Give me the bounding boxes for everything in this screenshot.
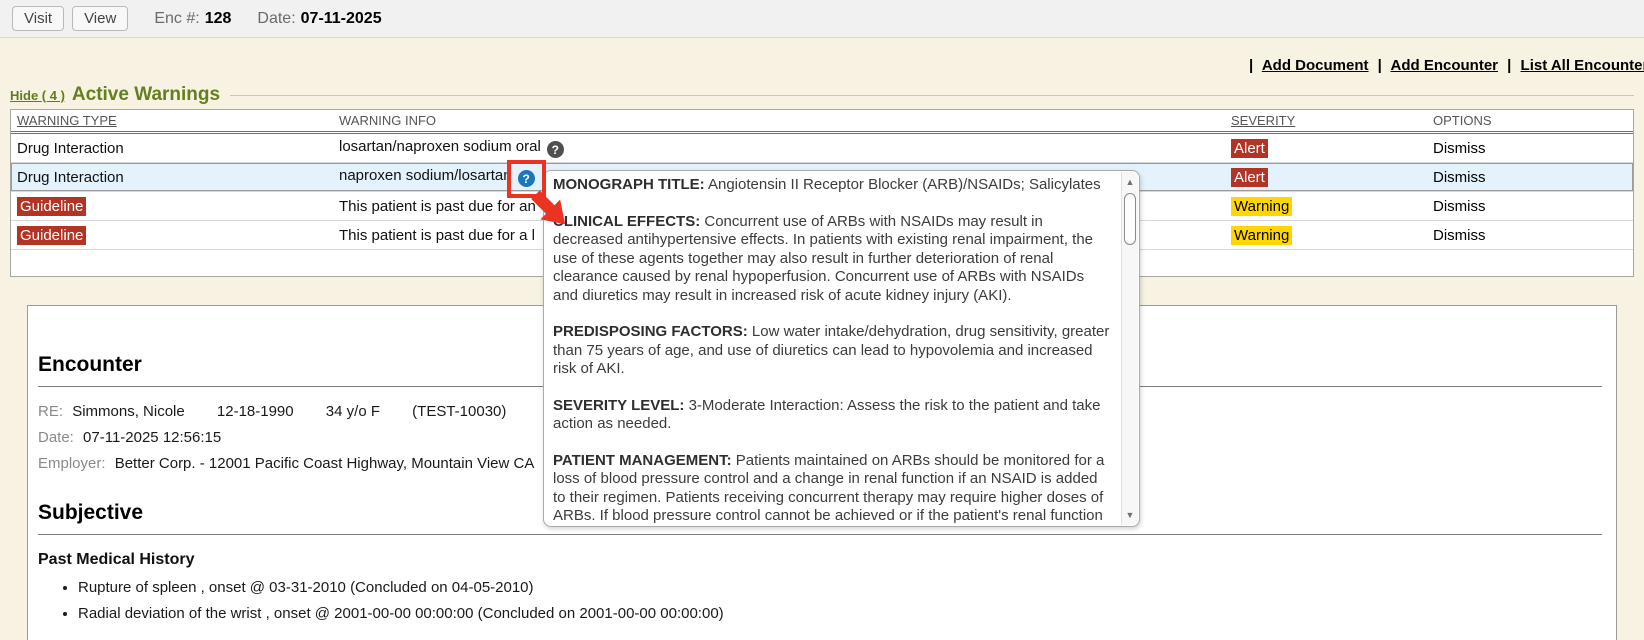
- warning-type-badge-guideline: Guideline: [17, 197, 86, 216]
- column-options: OPTIONS: [1433, 113, 1633, 128]
- predisposing-factors-label: PREDISPOSING FACTORS:: [553, 323, 748, 340]
- monograph-title-label: MONOGRAPH TITLE:: [553, 176, 705, 193]
- view-button[interactable]: View: [72, 6, 128, 31]
- past-medical-history-list: Rupture of spleen , onset @ 03-31-2010 (…: [78, 579, 1602, 622]
- scroll-up-icon[interactable]: ▲: [1122, 174, 1138, 190]
- patient-dob: 12-18-1990: [217, 403, 294, 420]
- nav-separator: |: [1507, 57, 1511, 74]
- encounter-number-field: Enc #: 128: [154, 10, 231, 28]
- warning-type: Drug Interaction: [17, 140, 339, 157]
- patient-management-label: PATIENT MANAGEMENT:: [553, 452, 732, 469]
- encounter-number-value: 128: [205, 10, 232, 27]
- warning-type: Drug Interaction: [17, 169, 339, 186]
- encounter-datetime: 07-11-2025 12:56:15: [83, 429, 221, 446]
- visit-button[interactable]: Visit: [12, 6, 64, 31]
- severity-badge-warning: Warning: [1231, 197, 1292, 216]
- warning-info-text: losartan/naproxen sodium oral: [339, 138, 541, 155]
- column-severity[interactable]: SEVERITY: [1231, 113, 1433, 128]
- pmh-item: Rupture of spleen , onset @ 03-31-2010 (…: [78, 579, 1602, 596]
- drug-monograph-tooltip: MONOGRAPH TITLE: Angiotensin II Receptor…: [543, 170, 1140, 527]
- past-medical-history-title: Past Medical History: [38, 551, 1602, 569]
- list-all-encounters-link[interactable]: List All Encounters: [1521, 57, 1644, 74]
- encounter-date-field: Date: 07-11-2025: [257, 10, 381, 28]
- monograph-help-icon-active[interactable]: ?: [518, 170, 535, 187]
- re-label: RE:: [38, 403, 63, 420]
- warning-type-badge-guideline: Guideline: [17, 226, 86, 245]
- warnings-table-header: WARNING TYPE WARNING INFO SEVERITY OPTIO…: [11, 110, 1633, 134]
- dismiss-link[interactable]: Dismiss: [1433, 227, 1633, 244]
- scroll-down-icon[interactable]: ▼: [1122, 507, 1138, 523]
- active-warnings-header: Hide ( 4 ) Active Warnings: [10, 84, 1634, 106]
- patient-age-sex: 34 y/o F: [326, 403, 380, 420]
- employer-value: Better Corp. - 12001 Pacific Coast Highw…: [115, 455, 535, 472]
- encounter-nav-links: | Add Document | Add Encounter | List Al…: [1244, 57, 1644, 74]
- scrollbar-thumb[interactable]: [1124, 193, 1136, 245]
- employer-label: Employer:: [38, 455, 106, 472]
- add-encounter-link[interactable]: Add Encounter: [1391, 57, 1499, 74]
- warning-row-drug-interaction-1: Drug Interaction losartan/naproxen sodiu…: [11, 134, 1633, 163]
- section-rule: [230, 95, 1634, 96]
- encounter-date-value: 07-11-2025: [301, 10, 382, 27]
- nav-separator: |: [1378, 57, 1382, 74]
- nav-separator: |: [1249, 57, 1253, 74]
- patient-id: (TEST-10030): [412, 403, 506, 420]
- section-divider: [38, 534, 1602, 535]
- encounter-number-label: Enc #:: [154, 10, 199, 27]
- pmh-item: Radial deviation of the wrist , onset @ …: [78, 605, 1602, 622]
- dismiss-link[interactable]: Dismiss: [1433, 198, 1633, 215]
- column-warning-type[interactable]: WARNING TYPE: [17, 113, 339, 128]
- add-document-link[interactable]: Add Document: [1262, 57, 1369, 74]
- patient-name: Simmons, Nicole: [72, 403, 185, 420]
- severity-level-label: SEVERITY LEVEL:: [553, 397, 684, 414]
- clinical-effects-label: CLINICAL EFFECTS:: [553, 213, 700, 230]
- active-warnings-title: Active Warnings: [72, 84, 220, 106]
- encounter-date-label: Date:: [257, 10, 295, 27]
- monograph-text: MONOGRAPH TITLE: Angiotensin II Receptor…: [544, 171, 1139, 526]
- hide-warnings-link[interactable]: Hide ( 4 ): [10, 88, 65, 103]
- severity-badge-alert: Alert: [1231, 139, 1268, 158]
- dismiss-link[interactable]: Dismiss: [1433, 140, 1633, 157]
- tooltip-scrollbar[interactable]: ▲ ▼: [1121, 172, 1138, 525]
- monograph-title-text: Angiotensin II Receptor Blocker (ARB)/NS…: [705, 176, 1101, 193]
- dismiss-link[interactable]: Dismiss: [1433, 169, 1633, 186]
- severity-badge-warning: Warning: [1231, 226, 1292, 245]
- date-label: Date:: [38, 429, 74, 446]
- warning-info-text: naproxen sodium/losartan: [339, 167, 512, 184]
- top-toolbar: Visit View Enc #: 128 Date: 07-11-2025: [0, 0, 1644, 38]
- severity-badge-alert: Alert: [1231, 168, 1268, 187]
- column-warning-info: WARNING INFO: [339, 113, 1231, 128]
- warning-info: losartan/naproxen sodium oral?: [339, 138, 1231, 159]
- monograph-help-icon[interactable]: ?: [547, 141, 564, 158]
